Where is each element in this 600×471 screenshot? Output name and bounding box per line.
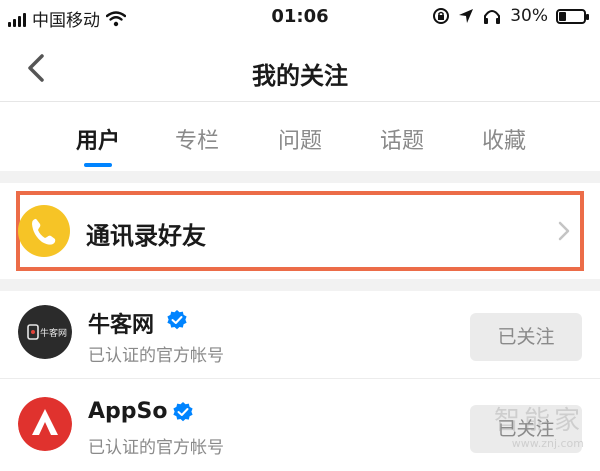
user-description: 已认证的官方帐号 <box>88 438 224 458</box>
verified-badge-icon <box>167 310 187 330</box>
section-divider <box>0 171 600 183</box>
chevron-right-icon <box>558 221 570 241</box>
avatar: 牛客网 <box>18 305 72 359</box>
avatar-text: 牛客网 <box>40 327 67 339</box>
page-title: 我的关注 <box>252 62 348 90</box>
location-icon <box>459 9 474 23</box>
contacts-friends-row[interactable]: 通讯录好友 <box>0 183 600 279</box>
user-name: AppSo <box>88 399 168 424</box>
battery-percent: 30% <box>510 6 548 26</box>
watermark-url: www.znj.com <box>511 437 584 450</box>
status-bar: 中国移动 01:06 30% <box>0 0 600 36</box>
tab-questions[interactable]: 问题 <box>260 123 340 155</box>
status-right: 30% <box>432 6 589 26</box>
section-divider <box>0 279 600 291</box>
headphones-icon <box>484 10 501 24</box>
user-name: 牛客网 <box>88 313 155 338</box>
watermark-text: 智能家 <box>493 406 584 436</box>
tab-users[interactable]: 用户 <box>58 123 138 155</box>
following-button[interactable]: 已关注 <box>470 313 582 361</box>
watermark: 智能家 www.znj.com <box>494 400 584 450</box>
tab-columns[interactable]: 专栏 <box>157 123 237 155</box>
contacts-friends-label: 通讯录好友 <box>86 222 206 250</box>
screen-rotation-lock-icon <box>433 8 450 24</box>
verified-badge-icon <box>173 402 193 422</box>
tab-topics[interactable]: 话题 <box>362 123 442 155</box>
phone-icon <box>18 205 70 257</box>
tab-bar: 用户 专栏 问题 话题 收藏 <box>0 103 600 171</box>
list-item[interactable]: 牛客网 牛客网 已认证的官方帐号 已关注 <box>0 291 600 379</box>
active-tab-indicator <box>84 163 112 167</box>
avatar <box>18 397 72 451</box>
nav-bar: 我的关注 <box>0 36 600 102</box>
battery-icon <box>556 8 589 24</box>
tab-favorites[interactable]: 收藏 <box>464 123 544 155</box>
user-description: 已认证的官方帐号 <box>88 346 224 366</box>
